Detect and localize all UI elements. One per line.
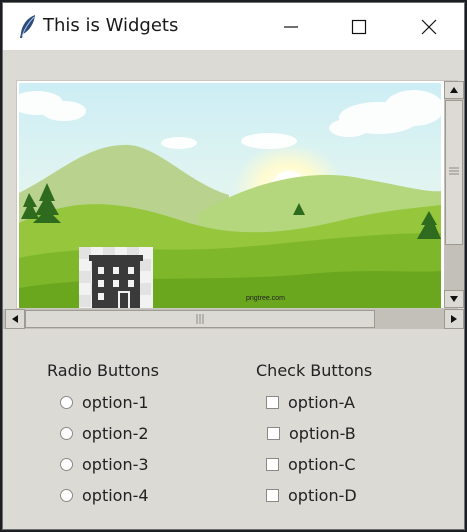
building-icon [89, 255, 143, 308]
radio-label: option-1 [82, 393, 149, 412]
scroll-down-button[interactable] [444, 290, 464, 308]
check-option-c[interactable]: option-C [266, 455, 356, 474]
check-option-a[interactable]: option-A [266, 393, 355, 412]
scroll-right-button[interactable] [444, 309, 464, 329]
arrow-down-icon [450, 296, 458, 302]
vertical-scrollbar[interactable] [444, 81, 464, 308]
maximize-icon [351, 19, 367, 34]
radio-button[interactable] [60, 427, 73, 440]
checkbox[interactable] [267, 427, 280, 440]
scroll-up-button[interactable] [444, 81, 464, 99]
close-button[interactable] [399, 3, 459, 50]
window-title: This is Widgets [43, 15, 179, 36]
arrow-left-icon [12, 315, 18, 323]
radio-option-4[interactable]: option-4 [60, 486, 149, 505]
radio-group-title: Radio Buttons [47, 361, 159, 380]
check-option-b[interactable]: option-B [267, 424, 356, 443]
radio-label: option-2 [82, 424, 149, 443]
grip-icon [449, 167, 459, 175]
checkbox-label: option-B [289, 424, 356, 443]
radio-label: option-3 [82, 455, 149, 474]
checkbox-label: option-C [288, 455, 356, 474]
arrow-up-icon [450, 87, 458, 93]
check-group-title: Check Buttons [256, 361, 373, 380]
minimize-icon [284, 25, 298, 28]
title-bar[interactable]: This is Widgets [3, 3, 464, 50]
grip-icon [196, 314, 204, 324]
landscape-image: pngtree.com [19, 83, 441, 308]
checkbox[interactable] [266, 458, 279, 471]
horizontal-scroll-thumb[interactable] [25, 310, 375, 328]
checkbox-label: option-D [288, 486, 357, 505]
radio-label: option-4 [82, 486, 149, 505]
checkbox-label: option-A [288, 393, 355, 412]
close-icon [421, 19, 437, 34]
radio-button[interactable] [60, 489, 73, 502]
maximize-button[interactable] [329, 3, 389, 50]
feather-icon [20, 15, 35, 38]
check-option-d[interactable]: option-D [266, 486, 357, 505]
minimize-button[interactable] [261, 3, 321, 50]
checkbox[interactable] [266, 396, 279, 409]
app-window: This is Widgets pngtree.com Radio Button… [2, 2, 465, 530]
scroll-left-button[interactable] [5, 309, 25, 329]
radio-option-1[interactable]: option-1 [60, 393, 149, 412]
horizontal-scrollbar[interactable] [3, 309, 464, 329]
image-canvas[interactable]: pngtree.com [16, 80, 458, 309]
radio-button[interactable] [60, 458, 73, 471]
watermark-text: pngtree.com [246, 295, 285, 302]
radio-button[interactable] [60, 396, 73, 409]
radio-option-3[interactable]: option-3 [60, 455, 149, 474]
arrow-right-icon [451, 315, 457, 323]
vertical-scroll-thumb[interactable] [445, 100, 463, 245]
checkbox[interactable] [266, 489, 279, 502]
radio-option-2[interactable]: option-2 [60, 424, 149, 443]
